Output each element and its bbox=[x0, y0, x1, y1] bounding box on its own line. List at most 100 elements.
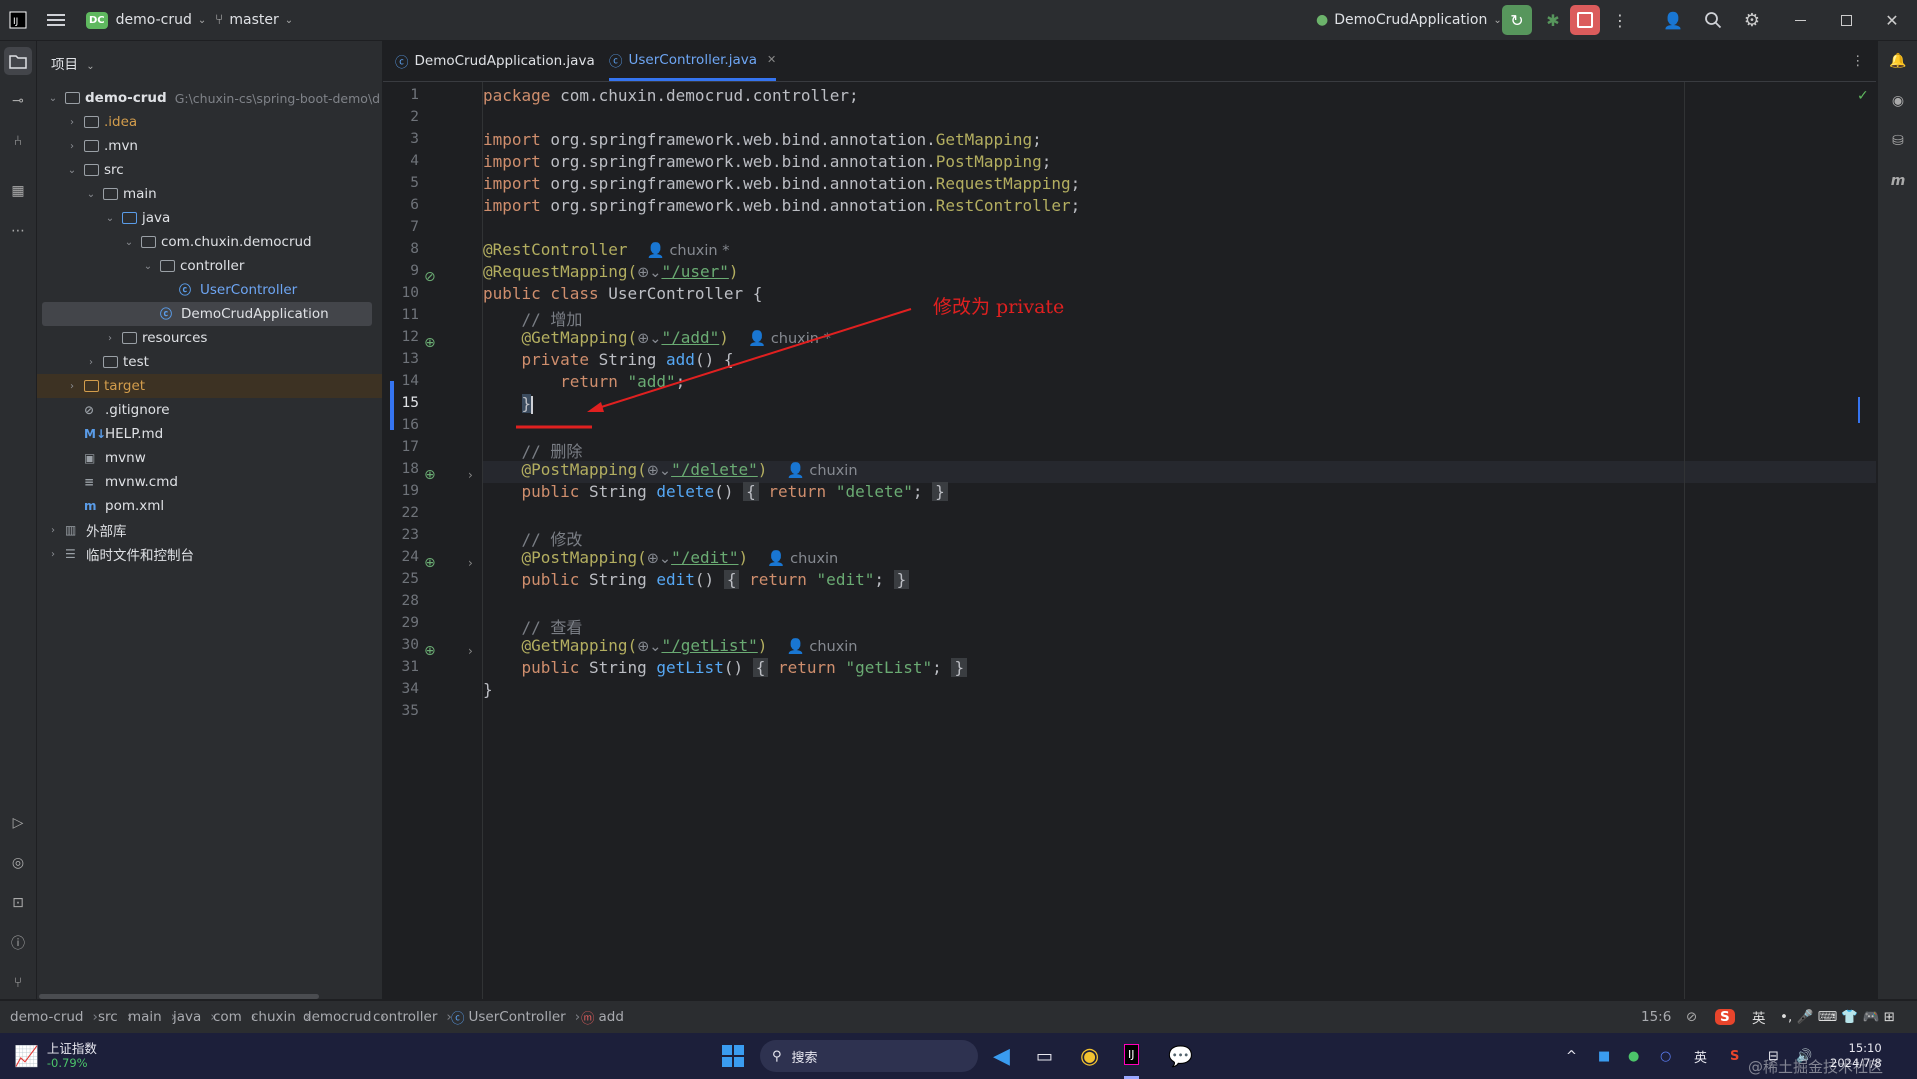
stock-widget[interactable]: 📈 上证指数 -0.79% bbox=[14, 1033, 97, 1079]
tree-item-usercontroller[interactable]: ⓒ UserController bbox=[37, 278, 382, 302]
tray-chevron-up-icon[interactable]: ^ bbox=[1566, 1033, 1577, 1079]
line-number[interactable]: 3 bbox=[383, 131, 419, 147]
line-number[interactable]: 35 bbox=[383, 703, 419, 719]
terminal-icon[interactable]: ⊡ bbox=[4, 889, 32, 917]
add-user-icon[interactable]: 👤 bbox=[1657, 4, 1689, 36]
tree-item-gitignore[interactable]: ⊘ .gitignore bbox=[37, 398, 382, 422]
line-number[interactable]: 2 bbox=[383, 109, 419, 125]
chevron-right-icon[interactable]: › bbox=[104, 333, 116, 344]
line-number[interactable]: 8 bbox=[383, 241, 419, 257]
tree-item-help-md[interactable]: M↓ HELP.md bbox=[37, 422, 382, 446]
horizontal-scrollbar[interactable] bbox=[39, 994, 319, 999]
line-number[interactable]: 34 bbox=[383, 681, 419, 697]
project-panel-header[interactable]: 项目 ⌄ bbox=[51, 53, 95, 73]
run-tool-icon[interactable]: ▷ bbox=[4, 809, 32, 837]
chevron-right-icon[interactable]: › bbox=[66, 117, 78, 128]
line-number[interactable]: 11 bbox=[383, 307, 419, 323]
caret-position[interactable]: 15:6 bbox=[1641, 1001, 1671, 1033]
notifications-bell-icon[interactable]: 🔔 bbox=[1884, 47, 1912, 75]
tree-item-target[interactable]: › target bbox=[37, 374, 382, 398]
line-number[interactable]: 4 bbox=[383, 153, 419, 169]
chevron-right-icon[interactable]: › bbox=[47, 549, 59, 560]
breadcrumb-item[interactable]: chuxin › bbox=[251, 1001, 310, 1033]
line-number[interactable]: 15 bbox=[383, 395, 419, 411]
chevron-right-icon[interactable]: › bbox=[66, 141, 78, 152]
ai-assistant-icon[interactable]: ◉ bbox=[1884, 87, 1912, 115]
tree-item-临时文件和控制台[interactable]: › ☰ 临时文件和控制台 bbox=[37, 542, 382, 566]
close-window-icon[interactable]: ✕ bbox=[1876, 4, 1908, 36]
tree-item-idea[interactable]: › .idea bbox=[37, 110, 382, 134]
read-only-icon[interactable]: ⊘ bbox=[1686, 1001, 1697, 1033]
breadcrumb-item[interactable]: demo-crud › bbox=[10, 1001, 98, 1033]
tray-wechat-icon[interactable]: ● bbox=[1628, 1033, 1639, 1079]
line-number[interactable]: 17 bbox=[383, 439, 419, 455]
breadcrumb-item[interactable]: java › bbox=[173, 1001, 216, 1033]
line-number[interactable]: 18 bbox=[383, 461, 419, 477]
chevron-right-icon[interactable]: › bbox=[47, 525, 59, 536]
chevron-down-icon[interactable]: ⌄ bbox=[85, 189, 97, 200]
tree-item-test[interactable]: › test bbox=[37, 350, 382, 374]
tree-item-main[interactable]: ⌄ main bbox=[37, 182, 382, 206]
close-tab-icon[interactable]: ✕ bbox=[767, 53, 776, 66]
rerun-icon[interactable]: ↻ bbox=[1502, 5, 1532, 35]
tree-item-demo-crud[interactable]: ⌄ demo-crud G:\chuxin-cs\spring-boot-demo\… bbox=[37, 86, 382, 110]
vscode-app-icon[interactable]: ◀ bbox=[993, 1033, 1010, 1079]
line-number[interactable]: 9 bbox=[383, 263, 419, 279]
intellij-app-icon[interactable]: IJ bbox=[1124, 1033, 1139, 1079]
chevron-down-icon[interactable]: ⌄ bbox=[142, 261, 154, 272]
structure-icon[interactable]: ▦ bbox=[4, 177, 32, 205]
tree-item-mvn[interactable]: › .mvn bbox=[37, 134, 382, 158]
chevron-down-icon[interactable]: ⌄ bbox=[47, 93, 59, 104]
more-tools-icon[interactable]: ⋯ bbox=[4, 217, 32, 245]
project-selector[interactable]: DC demo-crud ⌄ bbox=[86, 0, 206, 40]
endpoint-gutter-icon[interactable]: ⊕ bbox=[424, 643, 436, 659]
tab-democrudapplication[interactable]: ⓒ DemoCrudApplication.java bbox=[395, 41, 595, 81]
commit-icon[interactable]: ⊸ bbox=[4, 87, 32, 115]
line-number[interactable]: 12 bbox=[383, 329, 419, 345]
tray-ime[interactable]: 英 bbox=[1694, 1033, 1707, 1079]
tree-item-democrudapplication[interactable]: ⓒ DemoCrudApplication bbox=[42, 302, 372, 326]
breadcrumb-item[interactable]: com › bbox=[213, 1001, 256, 1033]
more-actions-icon[interactable]: ⋮ bbox=[1604, 4, 1636, 36]
ime-mode[interactable]: 英 bbox=[1752, 1001, 1766, 1033]
line-number[interactable]: 10 bbox=[383, 285, 419, 301]
problems-icon[interactable]: ⓘ bbox=[4, 929, 32, 957]
line-number[interactable]: 28 bbox=[383, 593, 419, 609]
tray-sogou-icon[interactable]: S bbox=[1730, 1033, 1739, 1079]
line-number[interactable]: 22 bbox=[383, 505, 419, 521]
wechat-app-icon[interactable]: 💬 bbox=[1168, 1033, 1193, 1079]
fold-arrow-icon[interactable]: › bbox=[468, 556, 473, 570]
tree-item-src[interactable]: ⌄ src bbox=[37, 158, 382, 182]
line-number[interactable]: 23 bbox=[383, 527, 419, 543]
line-number[interactable]: 6 bbox=[383, 197, 419, 213]
stop-icon[interactable] bbox=[1570, 5, 1600, 35]
code-editor[interactable]: ✓ package com.chuxin.democrud.controller… bbox=[483, 82, 1876, 999]
tree-item-controller[interactable]: ⌄ controller bbox=[37, 254, 382, 278]
tree-item-resources[interactable]: › resources bbox=[37, 326, 382, 350]
taskbar-search[interactable]: ⚲ 搜索 bbox=[760, 1040, 978, 1072]
maven-tool-icon[interactable]: m bbox=[1884, 167, 1912, 195]
fold-arrow-icon[interactable]: › bbox=[468, 468, 473, 482]
endpoint-gutter-icon[interactable]: ⊕ bbox=[424, 335, 436, 351]
tree-item-mvnw-cmd[interactable]: ≡ mvnw.cmd bbox=[37, 470, 382, 494]
tree-item-外部库[interactable]: › ▥ 外部库 bbox=[37, 518, 382, 542]
ime-toolbar-icons[interactable]: •, 🎤 ⌨ 👕 🎮 ⊞ bbox=[1780, 1001, 1895, 1033]
tree-item-mvnw[interactable]: ▣ mvnw bbox=[37, 446, 382, 470]
windows-start-icon[interactable] bbox=[722, 1033, 744, 1079]
pull-requests-icon[interactable]: ⑃ bbox=[4, 127, 32, 155]
line-number[interactable]: 5 bbox=[383, 175, 419, 191]
search-icon[interactable] bbox=[1697, 4, 1729, 36]
breadcrumb-item[interactable]: src › bbox=[98, 1001, 132, 1033]
tray-app-icon[interactable]: ■ bbox=[1598, 1033, 1610, 1079]
breadcrumb-item[interactable]: controller › bbox=[373, 1001, 452, 1033]
line-number[interactable]: 19 bbox=[383, 483, 419, 499]
tree-item-pom-xml[interactable]: m pom.xml bbox=[37, 494, 382, 518]
chevron-down-icon[interactable]: ⌄ bbox=[104, 213, 116, 224]
project-tool-folder-icon[interactable] bbox=[4, 47, 32, 75]
chevron-down-icon[interactable]: ⌄ bbox=[66, 165, 78, 176]
debug-icon[interactable]: ✱ bbox=[1537, 4, 1569, 36]
breadcrumb-item[interactable]: main › bbox=[128, 1001, 176, 1033]
line-number[interactable]: 25 bbox=[383, 571, 419, 587]
terminal-app-icon[interactable]: ▭ bbox=[1036, 1033, 1053, 1079]
line-number[interactable]: 31 bbox=[383, 659, 419, 675]
